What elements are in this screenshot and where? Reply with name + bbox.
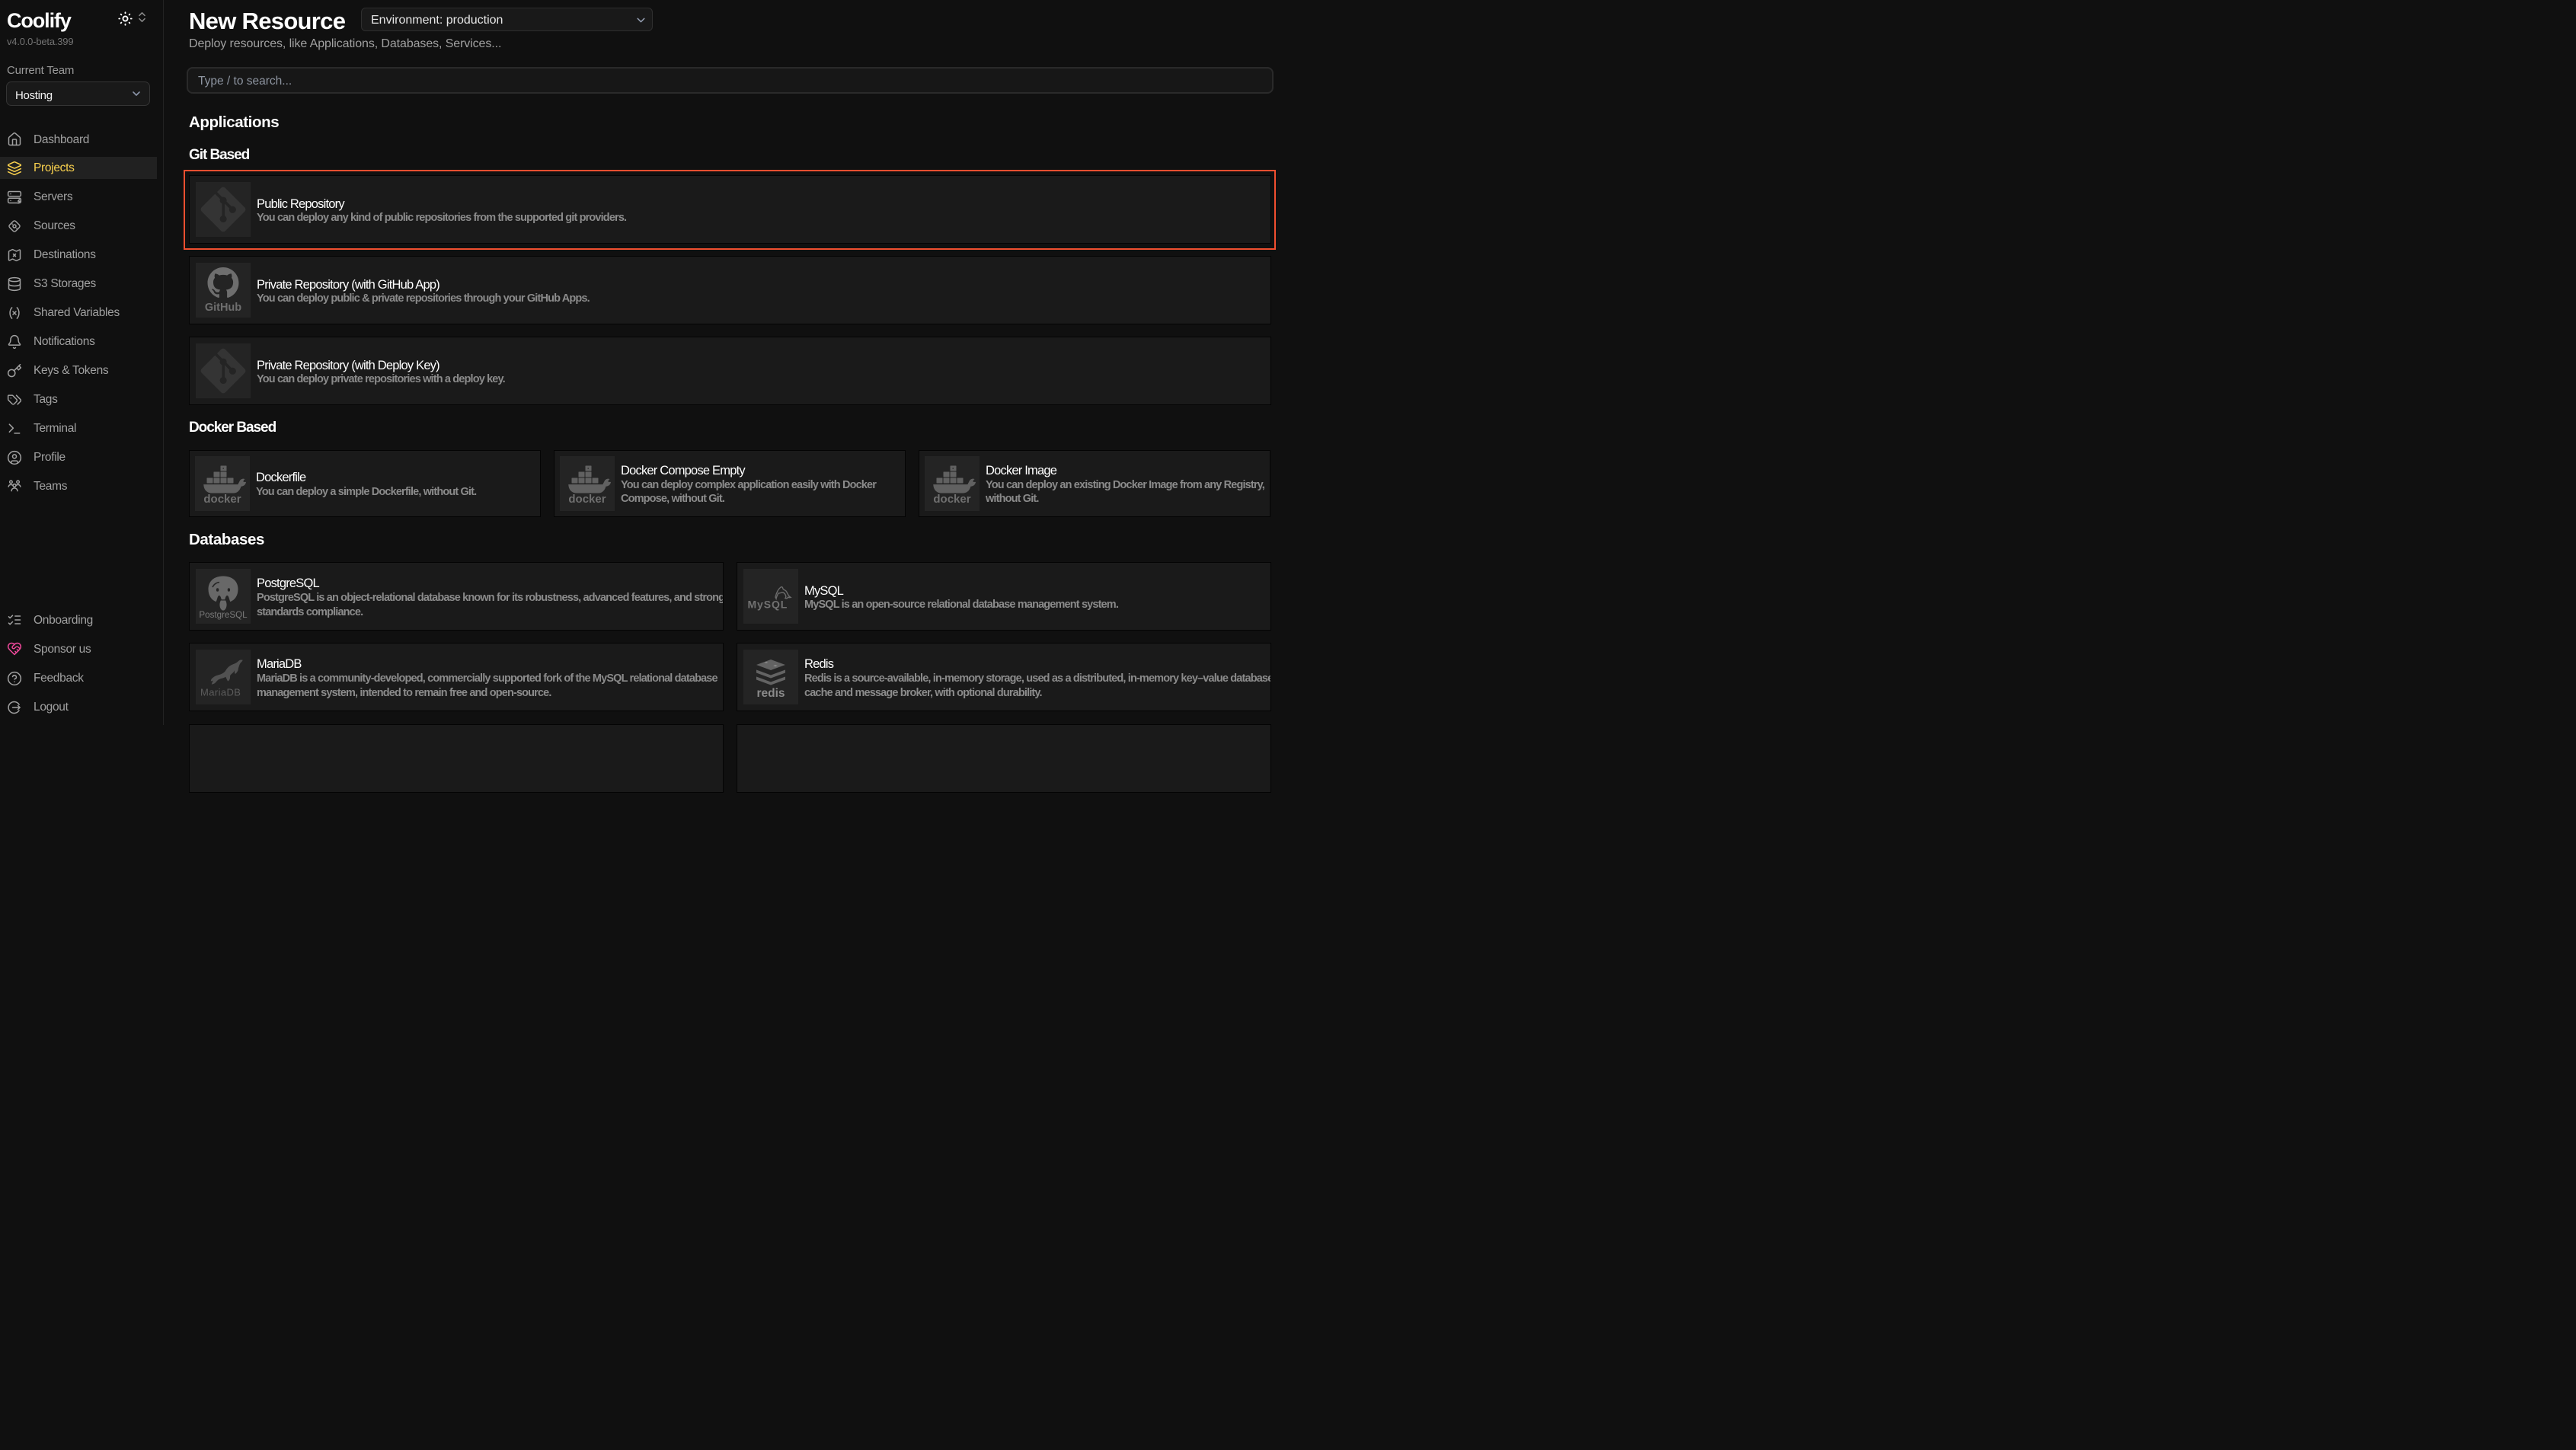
svg-text:MariaDB: MariaDB (200, 687, 241, 698)
svg-text:GitHub: GitHub (205, 302, 241, 314)
svg-text:docker: docker (933, 493, 970, 506)
svg-text:docker: docker (568, 493, 606, 506)
svg-text:docker: docker (203, 493, 241, 506)
svg-text:MySQL: MySQL (748, 599, 788, 611)
svg-text:redis: redis (756, 687, 785, 700)
svg-text:PostgreSQL: PostgreSQL (199, 610, 248, 620)
